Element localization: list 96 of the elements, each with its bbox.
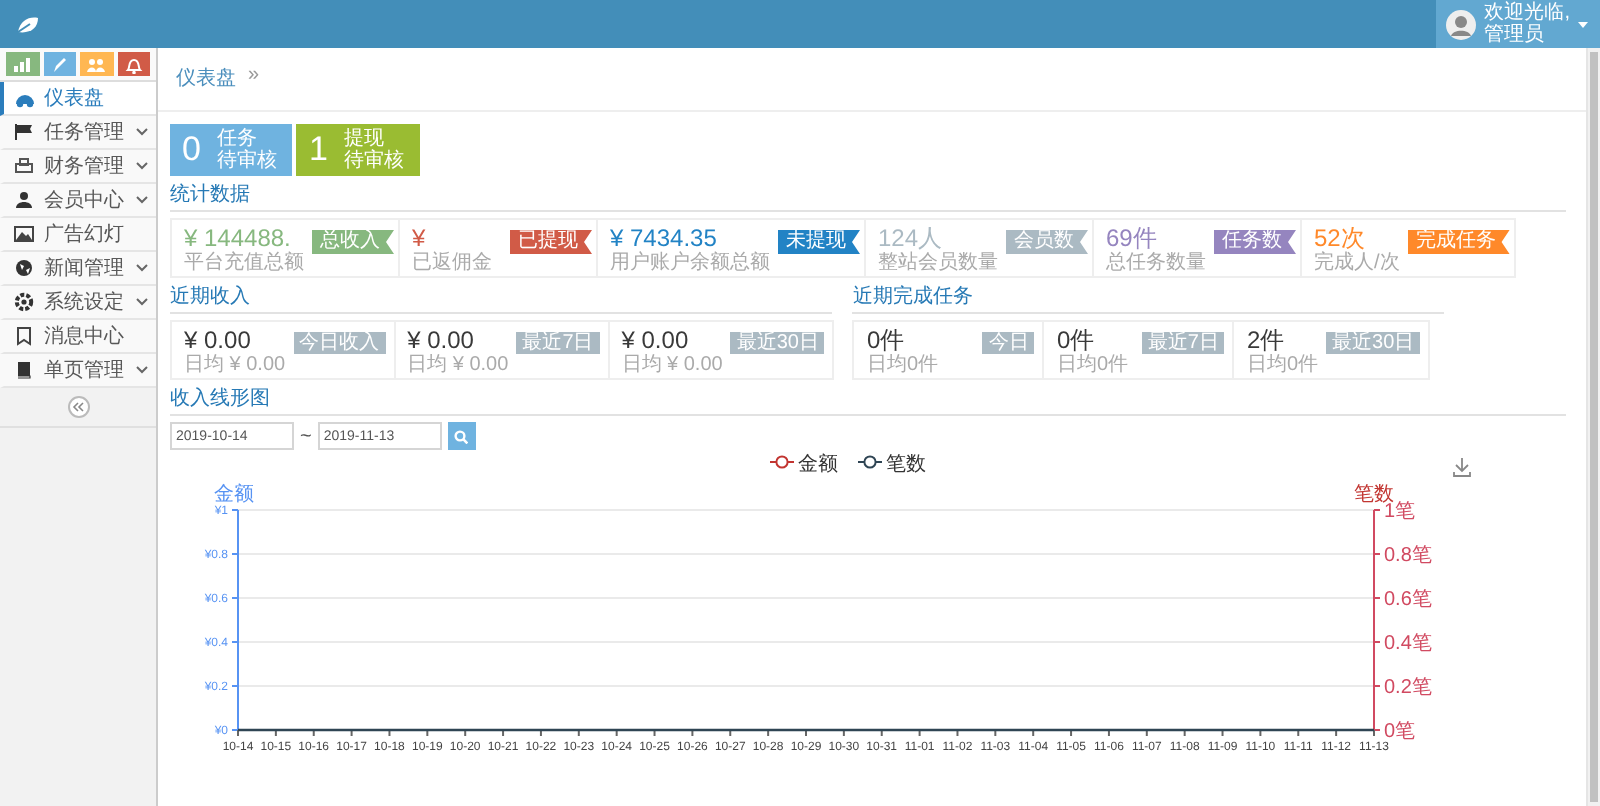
stat-caption: 用户账户余额总额	[610, 254, 770, 274]
search-button[interactable]	[447, 422, 476, 450]
sidebar-item[interactable]: 新闻管理	[0, 252, 156, 286]
section-title: 收入线形图	[170, 388, 1566, 416]
sidebar-item[interactable]: 单页管理	[0, 354, 156, 388]
y-tick-label: 1笔	[1384, 501, 1416, 523]
section-title: 近期收入	[170, 286, 833, 314]
avatar-icon	[1446, 9, 1477, 39]
sidebar-item[interactable]: 财务管理	[0, 150, 156, 184]
stat-label: 已提现	[510, 230, 592, 254]
tile-title: 提现	[343, 128, 384, 150]
leaf-logo-icon	[16, 15, 40, 33]
y-tick-label: 0.8笔	[1384, 545, 1432, 567]
stat-label: 任务数	[1214, 230, 1296, 254]
period-label: 最近30日	[730, 332, 825, 354]
stat-value: 52次	[1314, 224, 1367, 252]
summary-caption: 日均 ¥ 0.00	[184, 356, 286, 376]
bookmark-icon	[14, 326, 34, 346]
axis-title: 笔数	[1354, 484, 1394, 506]
legend-label: 金额	[798, 452, 838, 476]
stat-value: 69件	[1106, 224, 1159, 252]
stat-label: 会员数	[1006, 230, 1088, 254]
shortcut-button[interactable]	[80, 52, 113, 76]
collapse-button[interactable]	[67, 396, 89, 418]
period-label: 今日	[982, 332, 1035, 354]
shortcut-button[interactable]	[117, 52, 150, 76]
period-label: 今日收入	[293, 332, 386, 354]
legend-item[interactable]: 笔数	[857, 454, 926, 476]
stat-caption: 已返佣金	[412, 254, 492, 274]
stat-label: 未提现	[778, 230, 860, 254]
shortcut-button[interactable]	[6, 52, 39, 76]
stat-caption: 总任务数量	[1106, 254, 1206, 274]
gear-icon	[14, 292, 34, 312]
sidebar-item[interactable]: 系统设定	[0, 286, 156, 320]
section-title: 近期完成任务	[852, 286, 1445, 314]
chart-icon	[12, 55, 33, 73]
pending-count: 0	[182, 130, 201, 170]
tile-status: 待审核	[216, 150, 277, 172]
pencil-icon	[49, 55, 70, 73]
stat-label: 总收入	[312, 230, 394, 254]
stat-caption: 平台充值总额	[184, 254, 304, 274]
stat-caption: 整站会员数量	[878, 254, 998, 274]
period-label: 最近7日	[1141, 332, 1225, 354]
summary-value: ¥ 0.00	[184, 326, 253, 354]
summary-value: ¥ 0.00	[407, 326, 476, 354]
sidebar-item[interactable]: 任务管理	[0, 116, 156, 150]
legend-item[interactable]: 金额	[769, 454, 838, 476]
period-label: 最近30日	[1326, 332, 1421, 354]
axis-title: 金额	[214, 484, 254, 506]
summary-value: 2件	[1246, 326, 1287, 354]
breadcrumb-separator: »	[248, 64, 260, 86]
download-icon[interactable]	[1453, 457, 1471, 477]
stat-value: ¥	[412, 224, 428, 252]
summary-caption: 日均0件	[1056, 356, 1129, 376]
summary-caption: 日均 ¥ 0.00	[407, 356, 509, 376]
sidebar-item[interactable]: 仪表盘	[0, 82, 156, 116]
summary-caption: 日均0件	[1246, 356, 1319, 376]
user-icon	[14, 190, 34, 210]
image-icon	[14, 224, 34, 244]
stat-caption: 完成人/次	[1314, 254, 1400, 274]
shortcut-button[interactable]	[43, 52, 76, 76]
tile-status: 待审核	[343, 150, 404, 172]
bell-icon	[123, 55, 144, 73]
summary-caption: 日均0件	[866, 356, 939, 376]
y-tick-label: 0笔	[1384, 721, 1416, 743]
summary-value: ¥ 0.00	[621, 326, 691, 354]
y-tick-label: 0.6笔	[1384, 589, 1432, 611]
breadcrumb-link[interactable]: 仪表盘	[176, 64, 236, 92]
stat-value: ¥ 7434.35	[610, 224, 717, 252]
caret-icon	[1578, 21, 1588, 27]
summary-caption: 日均 ¥ 0.00	[621, 356, 723, 376]
summary-value: 0件	[866, 326, 907, 354]
printer-icon	[14, 156, 34, 176]
sidebar-item[interactable]: 会员中心	[0, 184, 156, 218]
tile-title: 任务	[216, 128, 257, 150]
stat-label: 完成任务	[1407, 230, 1510, 254]
search-icon	[454, 429, 469, 443]
scrollbar[interactable]	[1590, 52, 1598, 802]
chevrons-left-icon	[72, 402, 84, 412]
y-tick-label: 0.2笔	[1384, 677, 1432, 699]
pending-count: 1	[308, 130, 328, 170]
summary-value: 0件	[1056, 326, 1097, 354]
range-separator: ~	[300, 425, 312, 447]
sidebar-item[interactable]: 消息中心	[0, 320, 156, 354]
legend-label: 笔数	[886, 452, 926, 476]
globe-icon	[14, 258, 34, 278]
flag-icon	[14, 122, 34, 142]
stat-value: 124人	[878, 224, 945, 252]
book-icon	[14, 360, 34, 380]
greeting-text: 欢迎光临,	[1484, 2, 1570, 24]
users-icon	[86, 55, 107, 73]
period-label: 最近7日	[516, 332, 600, 354]
sidebar-item[interactable]: 广告幻灯	[0, 218, 156, 252]
y-tick-label: 0.4笔	[1384, 633, 1432, 655]
section-title: 统计数据	[170, 184, 1566, 212]
stat-value: ¥ 144488.	[184, 224, 291, 252]
